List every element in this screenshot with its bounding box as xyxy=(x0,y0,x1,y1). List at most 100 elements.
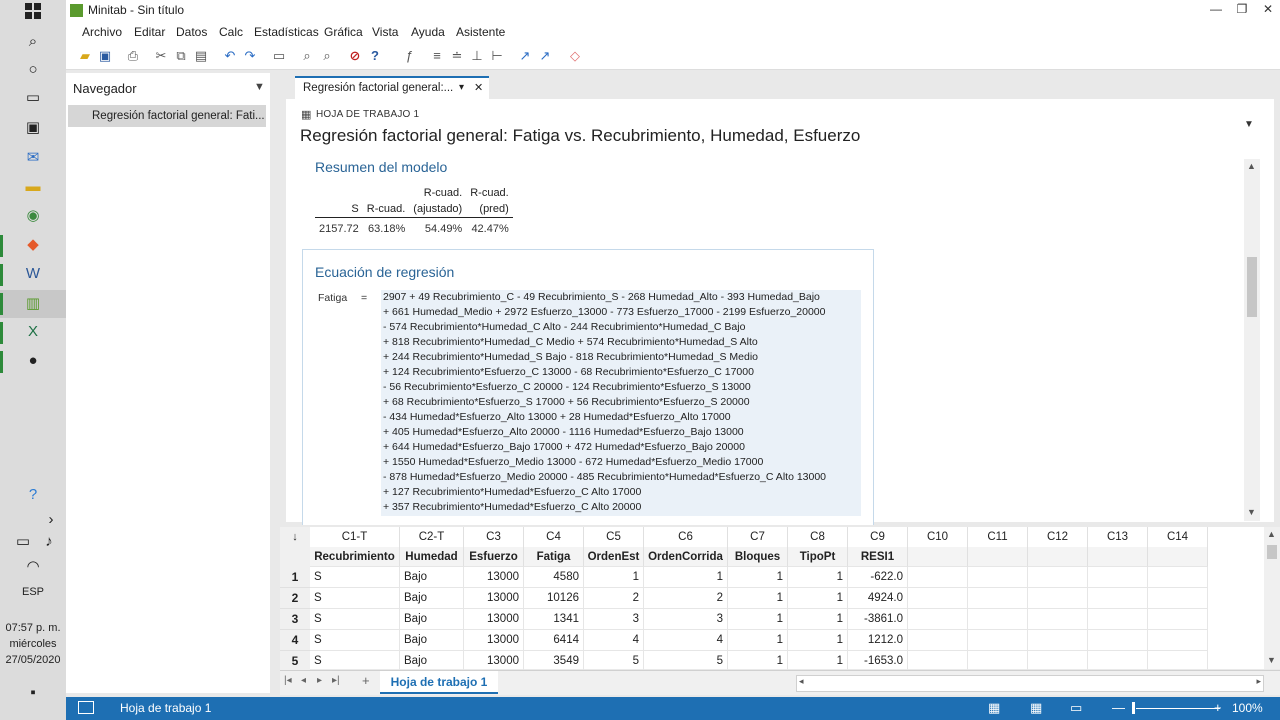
worksheet-cell[interactable]: Bajo xyxy=(400,567,464,588)
chevron-down-icon[interactable]: ▾ xyxy=(459,82,464,93)
worksheet-view-icon[interactable]: ▦ xyxy=(988,700,1000,716)
worksheet-cell[interactable]: 13000 xyxy=(464,588,524,609)
navigator-item[interactable]: Regresión factorial general: Fati... xyxy=(68,105,266,127)
prev-sheet-icon[interactable]: ◂ xyxy=(301,675,306,686)
output-tab[interactable]: Regresión factorial general:... ▾ ✕ xyxy=(295,76,489,99)
print-icon[interactable]: ⎙ xyxy=(124,47,142,65)
file-explorer-icon[interactable]: ▬ xyxy=(20,176,46,198)
column-id-header[interactable]: C2-T xyxy=(400,527,464,547)
menu-editar[interactable]: Editar xyxy=(134,25,165,39)
worksheet-cell[interactable]: S xyxy=(310,588,400,609)
column-id-header[interactable]: C13 xyxy=(1088,527,1148,547)
volume-icon[interactable]: ♪ xyxy=(38,531,60,553)
sheet-tab[interactable]: Hoja de trabajo 1 xyxy=(380,671,498,694)
worksheet-cell[interactable] xyxy=(908,588,968,609)
chevron-right-icon[interactable]: › xyxy=(38,509,64,531)
find-next-icon[interactable]: ⌕ xyxy=(318,47,336,65)
row-header[interactable]: 5 xyxy=(280,651,310,672)
add-sheet-icon[interactable]: + xyxy=(362,673,370,688)
worksheet-cell[interactable]: 1 xyxy=(728,651,788,672)
column-id-header[interactable]: C1-T xyxy=(310,527,400,547)
worksheet-cell[interactable]: 5 xyxy=(584,651,644,672)
brush-clear-icon[interactable]: ↗ xyxy=(536,47,554,65)
cancel-icon[interactable]: ⊘ xyxy=(346,47,364,65)
column-id-header[interactable]: C4 xyxy=(524,527,584,547)
taskbar-clock[interactable]: 07:57 p. m. miércoles 27/05/2020 xyxy=(0,620,66,668)
word-icon[interactable]: W xyxy=(20,263,46,285)
distribute-icon[interactable]: ≐ xyxy=(448,47,466,65)
scroll-up-icon[interactable]: ▲ xyxy=(1247,161,1256,171)
scroll-down-icon[interactable]: ▼ xyxy=(1267,655,1276,665)
worksheet-cell[interactable]: 1 xyxy=(788,588,848,609)
row-header[interactable]: 3 xyxy=(280,609,310,630)
last-sheet-icon[interactable]: ▸| xyxy=(332,675,340,686)
app-icon[interactable]: ● xyxy=(20,350,46,372)
scroll-up-icon[interactable]: ▲ xyxy=(1267,529,1276,539)
scrollbar-thumb[interactable] xyxy=(1247,257,1257,317)
worksheet-cell[interactable] xyxy=(968,630,1028,651)
zoom-slider-thumb[interactable] xyxy=(1132,702,1135,714)
worksheet-cell[interactable] xyxy=(908,651,968,672)
worksheet-cell[interactable] xyxy=(908,630,968,651)
formula-icon[interactable]: ƒ xyxy=(400,47,418,65)
column-name-header[interactable]: Bloques xyxy=(728,547,788,567)
worksheet-cell[interactable]: S xyxy=(310,630,400,651)
column-name-header[interactable] xyxy=(1148,547,1208,567)
column-name-header[interactable] xyxy=(1028,547,1088,567)
menu-calc[interactable]: Calc xyxy=(219,25,243,39)
menu-asistente[interactable]: Asistente xyxy=(456,25,505,39)
panel-toggle-icon[interactable] xyxy=(78,701,94,714)
column-name-header[interactable] xyxy=(968,547,1028,567)
zoom-slider[interactable] xyxy=(1136,708,1220,709)
column-id-header[interactable]: C11 xyxy=(968,527,1028,547)
worksheet-cell[interactable]: 1 xyxy=(788,630,848,651)
worksheet-cell[interactable]: 1 xyxy=(728,630,788,651)
minimize-icon[interactable]: — xyxy=(1206,2,1226,20)
chevron-down-icon[interactable]: ▼ xyxy=(254,81,265,93)
cortana-icon[interactable]: ○ xyxy=(20,59,46,81)
close-tab-icon[interactable]: ✕ xyxy=(474,81,483,94)
worksheet-vertical-scrollbar[interactable]: ▲ ▼ xyxy=(1264,527,1280,669)
undo-icon[interactable]: ↶ xyxy=(221,47,239,65)
cut-icon[interactable]: ✂ xyxy=(152,47,170,65)
worksheet-cell[interactable] xyxy=(1088,630,1148,651)
chevron-down-icon[interactable]: ▼ xyxy=(1244,119,1254,130)
worksheet-cell[interactable]: 1 xyxy=(788,651,848,672)
worksheet-cell[interactable] xyxy=(1088,567,1148,588)
worksheet-cell[interactable] xyxy=(1148,630,1208,651)
horizontal-scrollbar[interactable]: ◂ ▸ xyxy=(796,675,1264,692)
scrollbar-thumb[interactable] xyxy=(1267,545,1277,559)
help-icon[interactable]: ? xyxy=(20,484,46,506)
notifications-icon[interactable]: ▪ xyxy=(20,682,46,704)
column-name-header[interactable]: Fatiga xyxy=(524,547,584,567)
worksheet-cell[interactable]: 3 xyxy=(644,609,728,630)
restore-icon[interactable]: ❐ xyxy=(1232,2,1252,20)
battery-icon[interactable]: ▭ xyxy=(12,531,34,553)
brush-icon[interactable]: ↗ xyxy=(516,47,534,65)
menu-archivo[interactable]: Archivo xyxy=(82,25,122,39)
worksheet-cell[interactable]: 4 xyxy=(584,630,644,651)
worksheet-cell[interactable] xyxy=(968,651,1028,672)
worksheet-cell[interactable]: Bajo xyxy=(400,588,464,609)
column-name-header[interactable] xyxy=(1088,547,1148,567)
search-icon[interactable]: ⌕ xyxy=(20,31,46,53)
worksheet-cell[interactable] xyxy=(1028,609,1088,630)
column-name-header[interactable]: Recubrimiento xyxy=(310,547,400,567)
worksheet-cell[interactable] xyxy=(908,567,968,588)
menu-estadisticas[interactable]: Estadísticas xyxy=(254,25,319,39)
worksheet-cell[interactable] xyxy=(968,609,1028,630)
worksheet-cell[interactable] xyxy=(1088,588,1148,609)
column-insert-icon[interactable]: ⊥ xyxy=(468,47,486,65)
worksheet-cell[interactable]: -622.0 xyxy=(848,567,908,588)
worksheet-cell[interactable]: 13000 xyxy=(464,651,524,672)
worksheet-cell[interactable] xyxy=(1148,609,1208,630)
worksheet-cell[interactable] xyxy=(1088,651,1148,672)
worksheet-cell[interactable]: 4924.0 xyxy=(848,588,908,609)
worksheet-cell[interactable]: 13000 xyxy=(464,630,524,651)
column-name-header[interactable] xyxy=(908,547,968,567)
worksheet-cell[interactable]: 3549 xyxy=(524,651,584,672)
windows-start-icon[interactable] xyxy=(20,3,46,25)
worksheet-cell[interactable]: Bajo xyxy=(400,609,464,630)
worksheet-cell[interactable]: 1 xyxy=(788,609,848,630)
worksheet-cell[interactable]: S xyxy=(310,651,400,672)
